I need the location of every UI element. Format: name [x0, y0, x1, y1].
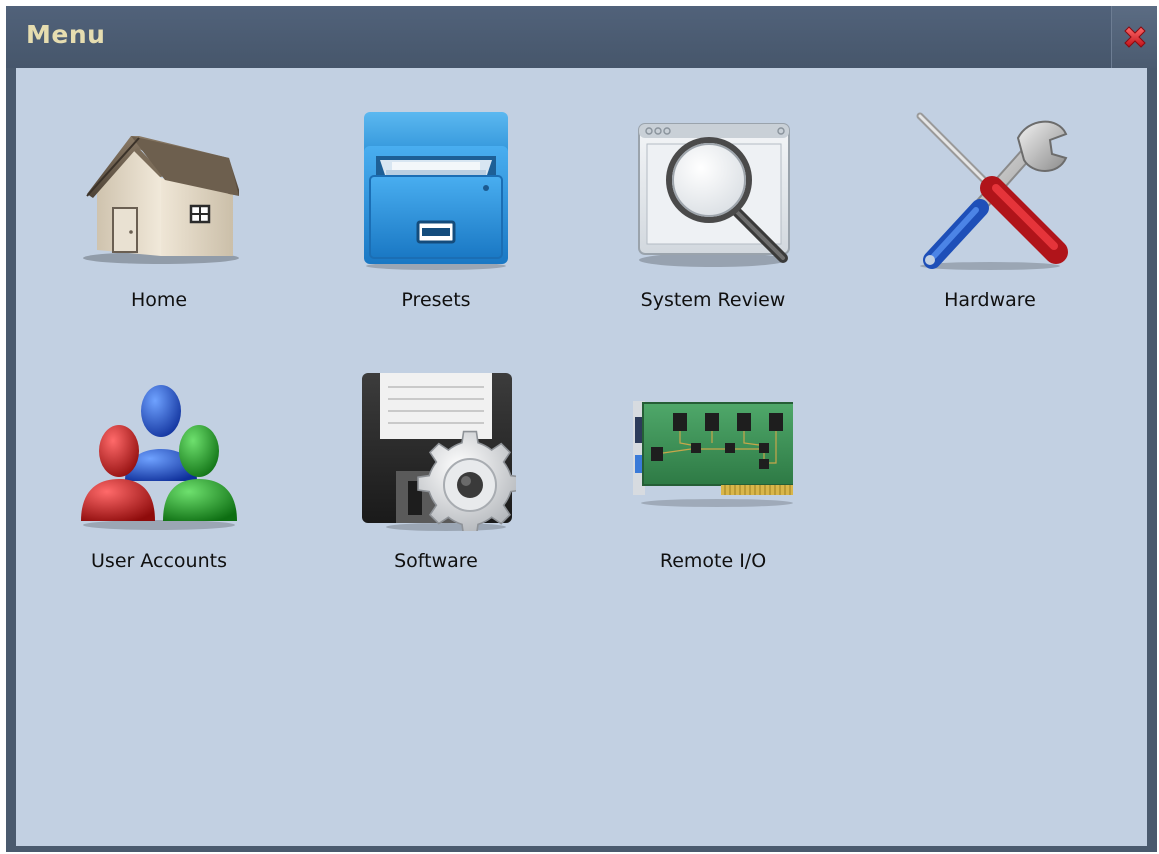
magnifier-icon: [638, 123, 790, 267]
floppy-gear-icon: [362, 373, 516, 531]
tools-icon: [916, 112, 1068, 270]
menu-item-user-accounts[interactable]: User Accounts: [44, 359, 274, 589]
menu-item-label: Hardware: [944, 289, 1036, 311]
menu-item-remote-io[interactable]: Remote I/O: [598, 359, 828, 589]
menu-item-label: Remote I/O: [659, 550, 767, 572]
menu-item-label: System Review: [640, 289, 786, 311]
file-cabinet-icon: [364, 112, 508, 270]
circuit-board-icon: [633, 401, 793, 507]
window-title: Menu: [26, 20, 106, 49]
title-bar: Menu: [6, 6, 1157, 68]
menu-item-label: Presets: [401, 289, 471, 311]
menu-window: Menu Home Presets System Review Hardware…: [6, 6, 1157, 852]
menu-item-label: User Accounts: [91, 550, 227, 572]
menu-item-label: Home: [130, 289, 188, 311]
menu-item-hardware[interactable]: Hardware: [875, 98, 1105, 328]
menu-item-system-review[interactable]: System Review: [598, 98, 828, 328]
menu-item-label: Software: [394, 550, 478, 572]
menu-item-presets[interactable]: Presets: [321, 98, 551, 328]
close-button[interactable]: [1111, 6, 1157, 68]
menu-item-software[interactable]: Software: [321, 359, 551, 589]
menu-item-home[interactable]: Home: [44, 98, 274, 328]
house-icon: [83, 136, 239, 264]
users-icon: [81, 385, 237, 530]
close-x-icon: [1123, 26, 1146, 48]
menu-content: Home Presets System Review Hardware User…: [16, 68, 1147, 846]
